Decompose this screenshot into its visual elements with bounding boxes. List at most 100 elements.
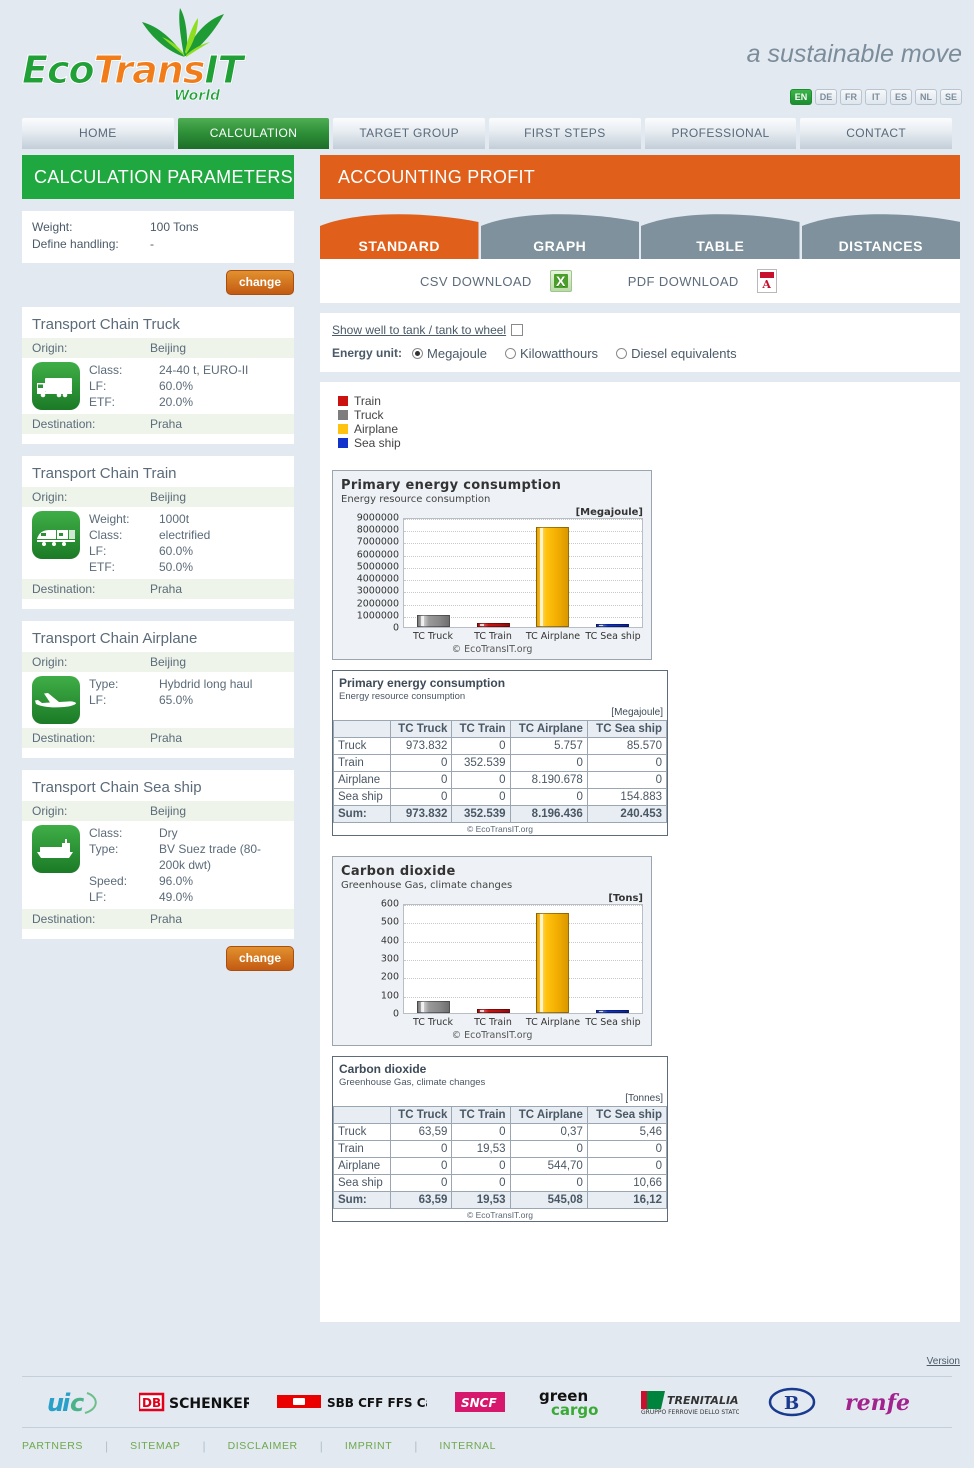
bar-cell — [583, 519, 643, 627]
cell: 0 — [389, 771, 453, 789]
chain-spec-row: Type: BV Suez trade (80-200k dwt) — [89, 841, 284, 873]
chain-destination-row-seaship: Destination: Praha — [22, 909, 294, 929]
tab-table[interactable]: TABLE — [641, 214, 800, 259]
nav-item-target-group[interactable]: TARGET GROUP — [333, 118, 486, 149]
partner-logo-db-schenker[interactable]: DB SCHENKER — [139, 1390, 249, 1414]
partner-logo-trenitalia[interactable]: TRENITALIA GRUPPO FERROVIE DELLO STATO — [639, 1387, 739, 1417]
pdf-download-label[interactable]: PDF DOWNLOAD — [628, 274, 739, 289]
chain-spec-row: Weight: 1000t — [89, 511, 284, 527]
table-col-tc-airplane: TC Airplane — [509, 1106, 588, 1124]
svg-text:cargo: cargo — [551, 1401, 598, 1418]
pdf-download-group[interactable]: PDF DOWNLOAD — [628, 269, 777, 293]
footer-link-disclaimer[interactable]: DISCLAIMER — [228, 1440, 320, 1452]
chain-title-airplane: Transport Chain Airplane — [32, 630, 198, 647]
x-tick-label: TC Train — [474, 1017, 512, 1028]
pdf-icon[interactable] — [756, 269, 777, 293]
spec-value: BV Suez trade (80-200k dwt) — [159, 842, 262, 872]
origin-label: Origin: — [32, 804, 68, 818]
excel-icon[interactable] — [549, 270, 572, 292]
x-tick-label: TC Truck — [413, 631, 453, 642]
tab-distances[interactable]: DISTANCES — [801, 214, 960, 259]
table-row: Sea ship 0 0 0 10,66 — [333, 1174, 668, 1192]
nav-item-contact[interactable]: CONTACT — [800, 118, 953, 149]
chain-destination-row-truck: Destination: Praha — [22, 414, 294, 434]
lang-button-se[interactable]: SE — [940, 89, 962, 105]
chart-title: Carbon dioxide — [341, 864, 456, 879]
bar-cell — [464, 905, 524, 1013]
bar-tc-sea-ship — [595, 1010, 629, 1013]
tab-graph[interactable]: GRAPH — [480, 214, 639, 259]
lang-button-it[interactable]: IT — [865, 89, 887, 105]
partner-logo-sncb-b[interactable]: B — [767, 1386, 817, 1418]
lang-button-nl[interactable]: NL — [915, 89, 937, 105]
cell: 63,59 — [389, 1123, 453, 1141]
radio-kilowatthours[interactable]: Kilowatthours — [505, 346, 599, 361]
radio-dot-megajoule[interactable] — [412, 348, 424, 359]
destination-value-seaship: Praha — [150, 912, 183, 926]
y-tick-label: 6000000 — [356, 549, 399, 561]
wtt-checkbox[interactable] — [511, 324, 524, 336]
lang-button-en[interactable]: EN — [790, 89, 812, 105]
csv-download-group[interactable]: CSV DOWNLOAD — [420, 270, 572, 292]
partner-logo-green-cargo[interactable]: green cargo — [539, 1386, 611, 1418]
site-logo[interactable]: EcoTransIT World — [22, 6, 244, 108]
legend-label-airplane: Airplane — [354, 422, 399, 436]
download-bar: CSV DOWNLOAD PDF DOWNLOAD — [320, 259, 960, 303]
table-unit: [Tonnes] — [625, 1093, 663, 1104]
table-title: Carbon dioxide — [339, 1062, 427, 1076]
y-tick-label: 300 — [380, 953, 399, 965]
legend-label-truck: Truck — [354, 408, 384, 422]
nav-item-first-steps[interactable]: FIRST STEPS — [489, 118, 641, 149]
lang-button-de[interactable]: DE — [815, 89, 837, 105]
sum-label: Sum: — [333, 805, 391, 823]
footer-link-partners[interactable]: PARTNERS — [22, 1440, 105, 1452]
display-options: Show well to tank / tank to wheel Energy… — [320, 313, 960, 372]
bar-cell — [464, 519, 524, 627]
y-tick-label: 400 — [380, 935, 399, 947]
version-link[interactable]: Version — [927, 1356, 960, 1367]
chart-legend: Train Truck Airplane Sea ship — [320, 394, 960, 450]
change-button-bottom[interactable]: change — [225, 946, 294, 971]
lang-button-fr[interactable]: FR — [840, 89, 862, 105]
tab-standard[interactable]: STANDARD — [320, 214, 479, 259]
table-subtitle: Greenhouse Gas, climate changes — [339, 1077, 486, 1088]
cell: 0 — [389, 1157, 453, 1175]
row-label: Train — [333, 754, 391, 772]
footer-link-internal[interactable]: INTERNAL — [439, 1440, 518, 1452]
footer-link-imprint[interactable]: IMPRINT — [345, 1440, 414, 1452]
partner-logo-sncf[interactable]: SNCF — [455, 1389, 511, 1415]
y-tick-label: 9000000 — [356, 512, 399, 524]
row-label: Sea ship — [333, 1174, 391, 1192]
lang-button-es[interactable]: ES — [890, 89, 912, 105]
radio-dot-kilowatthours[interactable] — [505, 348, 517, 359]
partner-logo-uic[interactable]: uic — [47, 1387, 111, 1417]
nav-item-calculation[interactable]: CALCULATION — [177, 118, 330, 149]
radio-megajoule[interactable]: Megajoule — [412, 347, 487, 360]
cell: 10,66 — [586, 1174, 668, 1192]
cell: 0 — [509, 754, 588, 772]
destination-label: Destination: — [32, 731, 96, 745]
spec-value: 60.0% — [159, 544, 194, 558]
partner-logo-sbb-cff-ffs-cargo[interactable]: SBB CFF FFS Cargo — [277, 1391, 427, 1413]
svg-text:c: c — [70, 1389, 84, 1417]
origin-label: Origin: — [32, 490, 68, 504]
radio-diesel-equivalents[interactable]: Diesel equivalents — [616, 347, 737, 360]
spec-key: Class: — [89, 528, 123, 542]
language-selector[interactable]: EN DE FR IT ES NL SE — [790, 89, 962, 105]
radio-dot-diesel-equivalents[interactable] — [616, 348, 628, 359]
radio-label-kilowatthours: Kilowatthours — [520, 346, 599, 361]
csv-download-label[interactable]: CSV DOWNLOAD — [420, 274, 532, 289]
nav-item-home[interactable]: HOME — [22, 118, 174, 149]
wtt-link[interactable]: Show well to tank / tank to wheel — [332, 323, 506, 337]
partner-logo-renfe[interactable]: renfe — [845, 1388, 927, 1416]
table-col-tc-train: TC Train — [451, 720, 511, 738]
chart-title: Primary energy consumption — [341, 478, 562, 493]
nav-item-professional[interactable]: PROFESSIONAL — [644, 118, 797, 149]
legend-swatch-airplane — [338, 424, 348, 434]
table-header-row: TC Truck TC Train TC Airplane TC Sea shi… — [333, 720, 668, 738]
spec-value: 49.0% — [159, 890, 194, 904]
page-header: EcoTransIT World a sustainable move EN D… — [0, 0, 974, 112]
seaship-icon — [32, 825, 80, 873]
change-button-top[interactable]: change — [225, 270, 294, 295]
footer-link-sitemap[interactable]: SITEMAP — [130, 1440, 202, 1452]
